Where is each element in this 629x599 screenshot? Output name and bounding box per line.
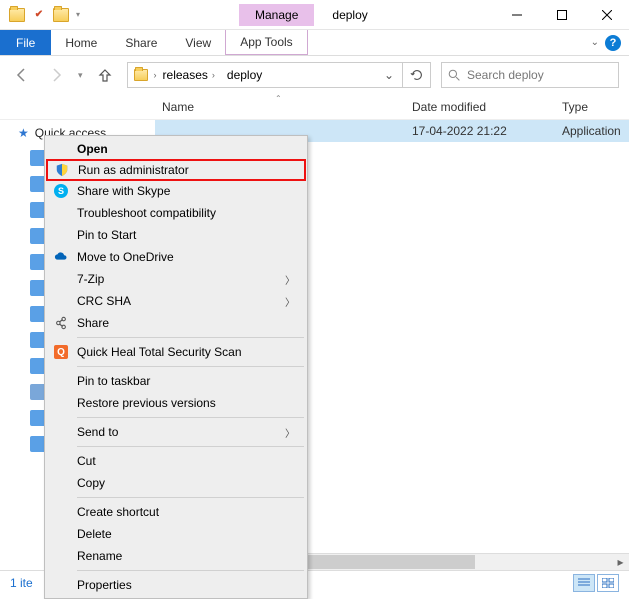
- menu-create-shortcut[interactable]: Create shortcut: [47, 501, 305, 523]
- search-icon: [448, 69, 461, 82]
- file-tab[interactable]: File: [0, 30, 51, 55]
- tab-home[interactable]: Home: [51, 30, 111, 55]
- star-icon: ★: [18, 126, 29, 140]
- breadcrumb[interactable]: › releases› deploy ⌄: [127, 62, 403, 88]
- status-item-count: 1 ite: [10, 576, 33, 590]
- menu-separator: [77, 366, 304, 367]
- menu-separator: [77, 446, 304, 447]
- window-controls: [494, 0, 629, 30]
- menu-run-as-administrator[interactable]: Run as administrator: [46, 159, 306, 181]
- forward-button[interactable]: [44, 63, 68, 87]
- menu-7zip[interactable]: 7-Zip〉: [47, 268, 305, 290]
- breadcrumb-segment[interactable]: deploy: [221, 68, 268, 82]
- column-headers: Name Date modified Type: [0, 94, 629, 120]
- menu-pin-taskbar[interactable]: Pin to taskbar: [47, 370, 305, 392]
- menu-cut[interactable]: Cut: [47, 450, 305, 472]
- tab-view[interactable]: View: [171, 30, 225, 55]
- menu-quickheal[interactable]: Q Quick Heal Total Security Scan: [47, 341, 305, 363]
- search-input[interactable]: Search deploy: [441, 62, 619, 88]
- title-bar: ✔ ▾ Manage deploy: [0, 0, 629, 30]
- menu-copy[interactable]: Copy: [47, 472, 305, 494]
- search-placeholder: Search deploy: [467, 68, 544, 82]
- refresh-button[interactable]: [403, 62, 431, 88]
- thumbnails-view-button[interactable]: [597, 574, 619, 592]
- column-name[interactable]: Name: [162, 100, 412, 114]
- qat-new-folder-icon[interactable]: [50, 4, 72, 26]
- menu-separator: [77, 570, 304, 571]
- tab-app-tools[interactable]: App Tools: [225, 30, 307, 55]
- menu-open[interactable]: Open: [47, 138, 305, 160]
- menu-crc-sha[interactable]: CRC SHA〉: [47, 290, 305, 312]
- maximize-button[interactable]: [539, 0, 584, 30]
- expand-ribbon-icon[interactable]: ⌄: [591, 37, 599, 48]
- context-menu: Open Run as administrator S Share with S…: [44, 135, 308, 599]
- menu-rename[interactable]: Rename: [47, 545, 305, 567]
- close-button[interactable]: [584, 0, 629, 30]
- menu-delete[interactable]: Delete: [47, 523, 305, 545]
- ribbon-tabs: File Home Share View App Tools ⌄ ?: [0, 30, 629, 56]
- location-icon: [128, 69, 154, 81]
- menu-properties[interactable]: Properties: [47, 574, 305, 596]
- column-type[interactable]: Type: [562, 100, 629, 114]
- menu-separator: [77, 337, 304, 338]
- sort-indicator-icon: ⌃: [275, 94, 282, 103]
- breadcrumb-dropdown-icon[interactable]: ⌄: [376, 68, 402, 82]
- menu-move-onedrive[interactable]: Move to OneDrive: [47, 246, 305, 268]
- column-date[interactable]: Date modified: [412, 100, 562, 114]
- quickheal-icon: Q: [53, 344, 69, 360]
- recent-locations-icon[interactable]: ▾: [78, 70, 83, 81]
- onedrive-icon: [53, 249, 69, 265]
- details-view-button[interactable]: [573, 574, 595, 592]
- skype-icon: S: [53, 183, 69, 199]
- file-type: Application: [562, 124, 621, 138]
- help-icon[interactable]: ?: [605, 35, 621, 51]
- back-button[interactable]: [10, 63, 34, 87]
- file-date: 17-04-2022 21:22: [412, 124, 562, 138]
- menu-share[interactable]: Share: [47, 312, 305, 334]
- address-bar-row: ▾ › releases› deploy ⌄ Search deploy: [0, 56, 629, 94]
- submenu-arrow-icon: 〉: [285, 272, 305, 287]
- submenu-arrow-icon: 〉: [285, 425, 305, 440]
- tab-share[interactable]: Share: [111, 30, 171, 55]
- submenu-arrow-icon: 〉: [285, 294, 305, 309]
- scroll-right-icon[interactable]: ▸: [612, 554, 629, 570]
- menu-troubleshoot[interactable]: Troubleshoot compatibility: [47, 202, 305, 224]
- menu-restore-versions[interactable]: Restore previous versions: [47, 392, 305, 414]
- shield-icon: [54, 162, 70, 178]
- minimize-button[interactable]: [494, 0, 539, 30]
- qat-folder-icon[interactable]: [6, 4, 28, 26]
- menu-share-skype[interactable]: S Share with Skype: [47, 180, 305, 202]
- manage-context-label[interactable]: Manage: [239, 4, 314, 26]
- menu-separator: [77, 417, 304, 418]
- qat-dropdown-icon[interactable]: ▾: [72, 10, 84, 19]
- breadcrumb-segment[interactable]: releases›: [157, 68, 221, 82]
- menu-send-to[interactable]: Send to〉: [47, 421, 305, 443]
- up-button[interactable]: [93, 63, 117, 87]
- window-title: deploy: [332, 8, 367, 22]
- menu-separator: [77, 497, 304, 498]
- qat-properties-icon[interactable]: ✔: [28, 4, 50, 26]
- share-icon: [53, 315, 69, 331]
- quick-access-toolbar: ✔ ▾: [0, 4, 84, 26]
- menu-pin-start[interactable]: Pin to Start: [47, 224, 305, 246]
